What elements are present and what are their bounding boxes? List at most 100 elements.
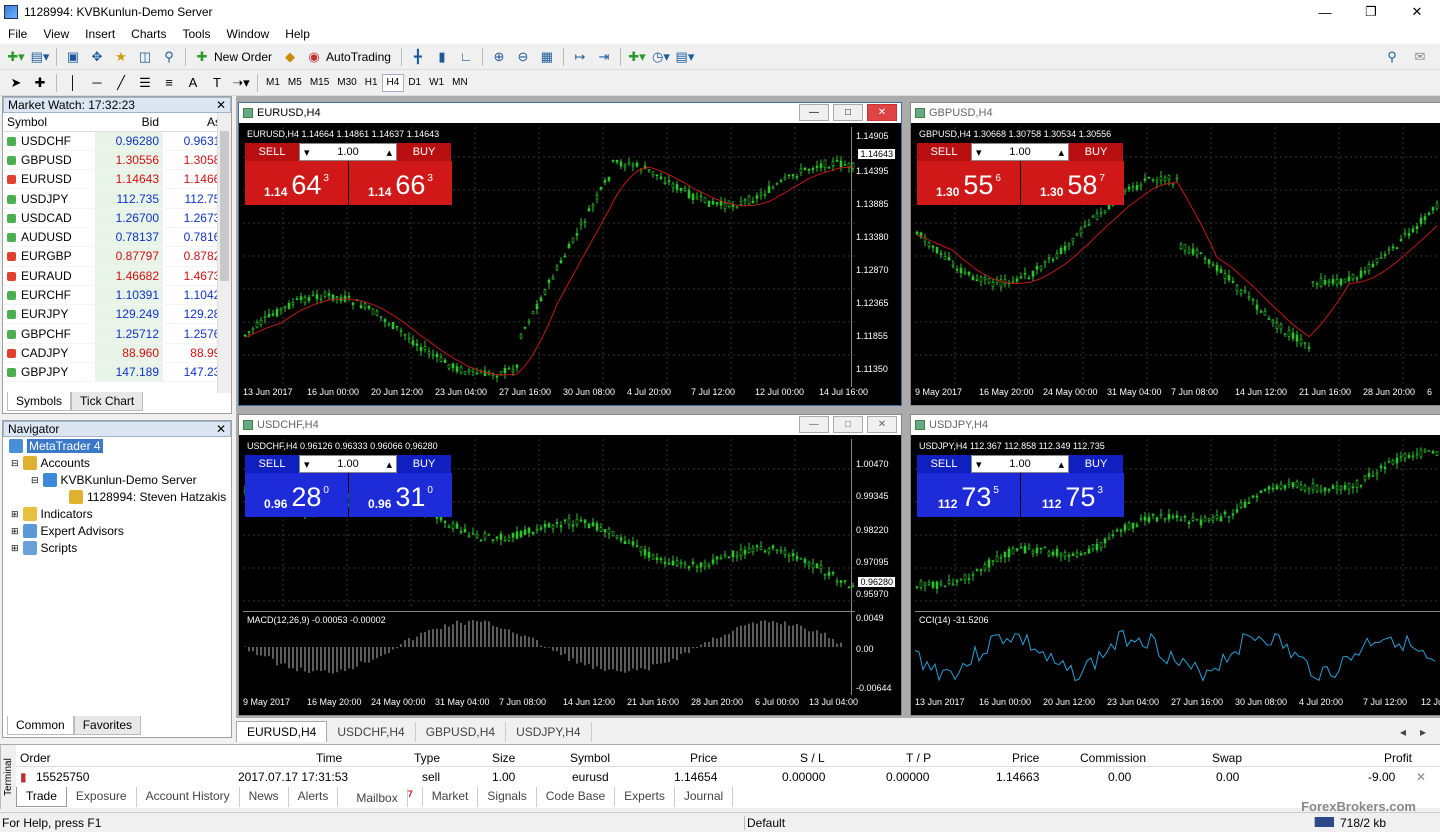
menu-help[interactable]: Help — [277, 27, 318, 41]
buy-button[interactable]: BUY — [397, 455, 451, 473]
minimize-button[interactable]: — — [1302, 0, 1348, 24]
tf-h1[interactable]: H1 — [361, 74, 382, 92]
indicators-icon[interactable]: ✚▾ — [627, 47, 647, 67]
periods-icon[interactable]: ◷▾ — [651, 47, 671, 67]
increase-volume-icon[interactable]: ▴ — [1058, 146, 1064, 159]
market-watch-row[interactable]: EURCHF 1.10391 1.10422 — [3, 285, 231, 306]
menu-charts[interactable]: Charts — [123, 27, 174, 41]
tab-news[interactable]: News — [240, 787, 289, 807]
new-order-button[interactable]: ✚ New Order — [190, 47, 272, 67]
line-chart-icon[interactable]: ∟ — [456, 47, 476, 67]
buy-quote[interactable]: 0.96 31 0 — [349, 473, 452, 517]
volume-input[interactable]: ▾ 1.00 ▴ — [971, 455, 1069, 473]
chart-close-button[interactable]: ✕ — [867, 416, 897, 433]
chart-tab-usdchf[interactable]: USDCHF,H4 — [327, 722, 416, 742]
market-watch-row[interactable]: GBPCHF 1.25712 1.25761 — [3, 323, 231, 344]
col-symbol[interactable]: Symbol — [570, 751, 610, 765]
market-watch-icon[interactable]: ▣ — [63, 47, 83, 67]
chat-icon[interactable]: ✉ — [1410, 47, 1430, 67]
nav-indicators[interactable]: ⊞ Indicators — [11, 507, 93, 521]
market-watch-row[interactable]: EURGBP 0.87797 0.87821 — [3, 246, 231, 267]
trendline-icon[interactable]: ╱ — [111, 73, 131, 93]
buy-quote[interactable]: 1.30 58 7 — [1021, 161, 1124, 205]
autotrading-button[interactable]: ◉ AutoTrading — [302, 47, 391, 67]
increase-volume-icon[interactable]: ▴ — [386, 146, 392, 159]
tab-journal[interactable]: Journal — [675, 787, 734, 807]
expand-icon[interactable]: ⊞ — [11, 543, 19, 554]
tf-h4[interactable]: H4 — [381, 73, 405, 92]
label-icon[interactable]: T — [207, 73, 227, 93]
tf-m15[interactable]: M15 — [306, 74, 333, 92]
menu-view[interactable]: View — [35, 27, 77, 41]
horizontal-line-icon[interactable]: ─ — [87, 73, 107, 93]
chart-window-eurusd[interactable]: EURUSD,H4 — □ ✕ EURUSD,H4 1.14664 1.14861 … — [238, 102, 902, 406]
price-plot[interactable]: USDJPY,H4 112.367 112.858 112.349 112.73… — [915, 439, 1440, 711]
tab-market[interactable]: Market — [423, 787, 479, 807]
expand-icon[interactable]: ⊟ — [31, 475, 39, 486]
volume-input[interactable]: ▾ 1.00 ▴ — [299, 143, 397, 161]
tab-tick-chart[interactable]: Tick Chart — [71, 392, 144, 411]
chart-window-gbpusd[interactable]: GBPUSD,H4 GBPUSD,H4 1.30668 1.30758 1.30… — [910, 102, 1440, 406]
col-commission[interactable]: Commission — [1080, 751, 1146, 765]
chart-minimize-button[interactable]: — — [799, 104, 829, 121]
col-profit[interactable]: Profit — [1384, 751, 1412, 765]
sell-button[interactable]: SELL — [917, 143, 971, 161]
chart-maximize-button[interactable]: □ — [833, 416, 863, 433]
nav-server[interactable]: ⊟ KVBKunlun-Demo Server — [31, 473, 197, 487]
buy-quote[interactable]: 112 75 3 — [1021, 473, 1124, 517]
col-size[interactable]: Size — [492, 751, 515, 765]
market-watch-scrollbar[interactable] — [217, 113, 231, 393]
channel-icon[interactable]: ☰ — [135, 73, 155, 93]
buy-quote[interactable]: 1.14 66 3 — [349, 161, 452, 205]
market-watch-row[interactable]: GBPJPY 147.189 147.236 — [3, 362, 231, 383]
volume-input[interactable]: ▾ 1.00 ▴ — [971, 143, 1069, 161]
nav-accounts[interactable]: ⊟ Accounts — [11, 456, 90, 470]
col-type[interactable]: Type — [414, 751, 440, 765]
tab-experts[interactable]: Experts — [615, 787, 675, 807]
sell-quote[interactable]: 1.14 64 3 — [245, 161, 348, 205]
market-watch-row[interactable]: CADJPY 88.960 88.991 — [3, 343, 231, 364]
tab-account-history[interactable]: Account History — [137, 787, 240, 807]
nav-experts[interactable]: ⊞ Expert Advisors — [11, 524, 124, 538]
chart-maximize-button[interactable]: □ — [833, 104, 863, 121]
tab-symbols[interactable]: Symbols — [7, 392, 72, 411]
market-watch-row[interactable]: USDCAD 1.26700 1.26732 — [3, 208, 231, 228]
chart-window-usdjpy[interactable]: USDJPY,H4 USDJPY,H4 112.367 112.858 112.… — [910, 414, 1440, 716]
tf-mn[interactable]: MN — [448, 74, 472, 92]
market-watch-row[interactable]: EURAUD 1.46682 1.46732 — [3, 266, 231, 286]
tf-m30[interactable]: M30 — [333, 74, 360, 92]
sell-button[interactable]: SELL — [245, 143, 299, 161]
sell-quote[interactable]: 112 73 5 — [917, 473, 1020, 517]
terminal-icon[interactable]: ◫ — [135, 47, 155, 67]
search-icon[interactable]: ⚲ — [1382, 47, 1402, 67]
tab-code-base[interactable]: Code Base — [537, 787, 616, 807]
tab-alerts[interactable]: Alerts — [289, 787, 339, 807]
trade-row[interactable]: ▮ 15525750 2017.07.17 17:31:53 sell 1.00… — [16, 768, 1440, 786]
candlestick-icon[interactable]: ▮ — [432, 47, 452, 67]
col-order[interactable]: Order — [20, 751, 51, 765]
chart-shift-icon[interactable]: ⇥ — [594, 47, 614, 67]
tab-common[interactable]: Common — [7, 716, 74, 735]
expand-icon[interactable]: ⊞ — [11, 509, 19, 520]
tf-d1[interactable]: D1 — [404, 74, 425, 92]
strategy-tester-icon[interactable]: ⚲ — [159, 47, 179, 67]
fibonacci-icon[interactable]: ≡ — [159, 73, 179, 93]
bar-chart-icon[interactable]: ╋ — [408, 47, 428, 67]
nav-account[interactable]: 1128994: Steven Hatzakis — [69, 490, 226, 504]
templates-icon[interactable]: ▤▾ — [675, 47, 695, 67]
arrows-icon[interactable]: ➝▾ — [231, 73, 251, 93]
menu-insert[interactable]: Insert — [77, 27, 123, 41]
decrease-volume-icon[interactable]: ▾ — [304, 458, 310, 471]
market-watch-close-icon[interactable]: ✕ — [216, 98, 230, 112]
expand-icon[interactable]: ⊟ — [11, 458, 19, 469]
menu-file[interactable]: File — [0, 27, 35, 41]
close-button[interactable]: ✕ — [1394, 0, 1440, 24]
decrease-volume-icon[interactable]: ▾ — [976, 458, 982, 471]
chart-window-usdchf[interactable]: USDCHF,H4 — □ ✕ USDCHF,H4 0.96126 0.96333 … — [238, 414, 902, 716]
market-watch-row[interactable]: USDJPY 112.735 112.753 — [3, 188, 231, 209]
col-bid[interactable]: Bid — [95, 113, 163, 132]
autoscroll-icon[interactable]: ↦ — [570, 47, 590, 67]
market-watch-row[interactable]: USDCHF 0.96280 0.96310 — [3, 131, 231, 151]
navigator-close-icon[interactable]: ✕ — [216, 422, 230, 436]
tf-w1[interactable]: W1 — [425, 74, 448, 92]
